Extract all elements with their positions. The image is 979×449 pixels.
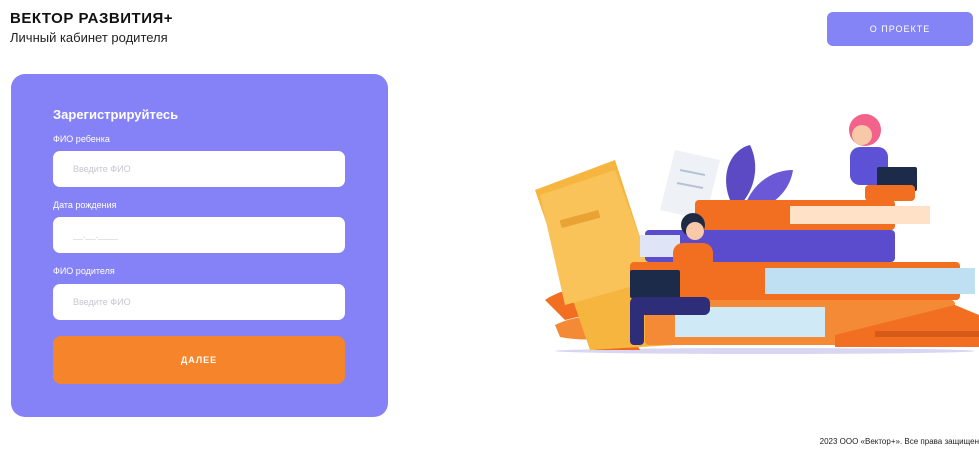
child-name-input[interactable]	[53, 151, 345, 187]
about-project-button[interactable]: О ПРОЕКТЕ	[827, 12, 973, 46]
birth-date-label: Дата рождения	[53, 200, 117, 210]
parent-name-label: ФИО родителя	[53, 266, 115, 276]
child-name-label: ФИО ребенка	[53, 134, 110, 144]
boy-laptop-icon	[630, 270, 680, 298]
students-on-books-illustration	[535, 114, 979, 354]
brand-title: ВЕКТОР РАЗВИТИЯ+	[10, 10, 174, 27]
brand-subtitle: Личный кабинет родителя	[10, 30, 168, 45]
birth-date-input[interactable]	[53, 217, 345, 253]
form-title: Зарегистрируйтесь	[53, 107, 179, 122]
footer-copyright: 2023 ООО «Вектор+». Все права защищен	[819, 437, 979, 446]
brand: ВЕКТОР РАЗВИТИЯ+ Личный кабинет родителя	[10, 10, 173, 45]
next-button[interactable]: ДАЛЕЕ	[53, 336, 345, 384]
registration-card: Зарегистрируйтесь ФИО ребенка Дата рожде…	[11, 74, 388, 417]
parent-name-input[interactable]	[53, 284, 345, 320]
